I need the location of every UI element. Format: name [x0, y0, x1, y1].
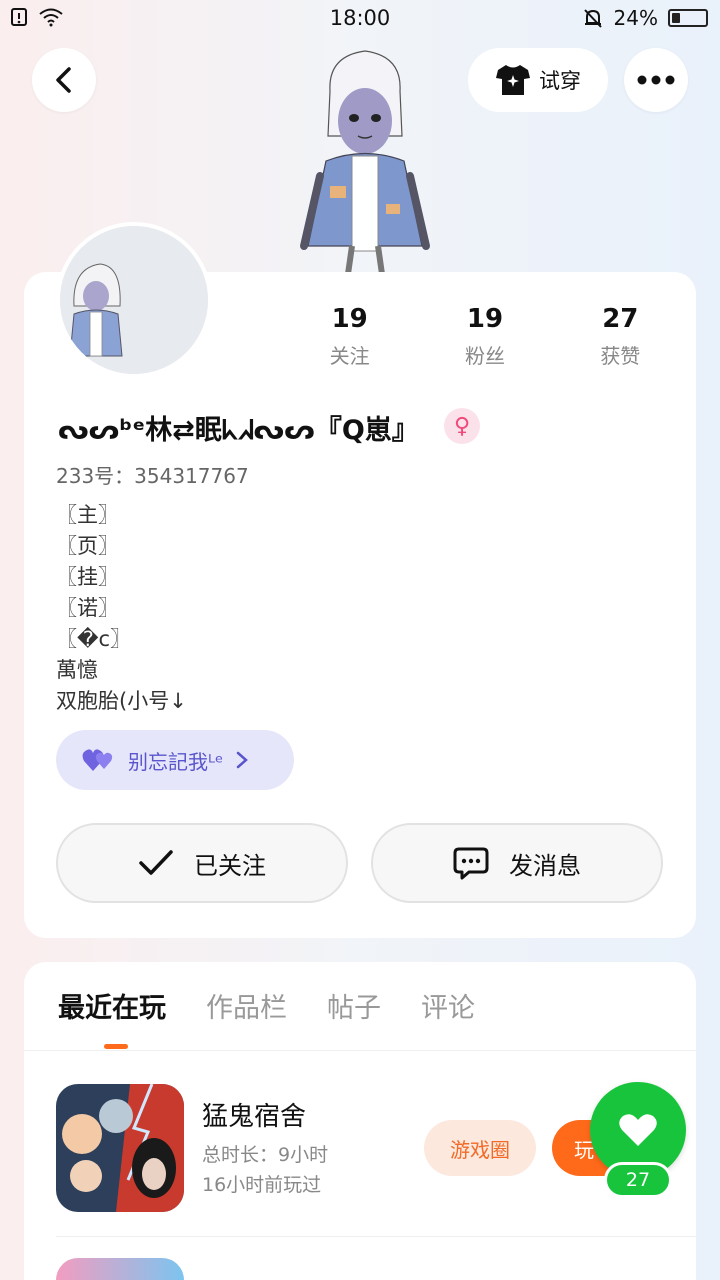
- stat-label: 关注: [329, 344, 370, 368]
- bio-line: 〖�c〗: [56, 627, 132, 651]
- follow-button[interactable]: 已关注: [56, 823, 348, 903]
- stat-label: 粉丝: [464, 344, 505, 368]
- chevron-right-icon: [237, 751, 249, 769]
- battery-icon: [668, 9, 708, 27]
- active-tab-indicator: [104, 1044, 128, 1049]
- nickname: ᔓᔕᵇᵉ林⇄眠ᖾᖽᔓᔕ『Q崽』: [58, 415, 419, 446]
- stat-label: 获赞: [600, 344, 641, 368]
- stat-value: 19: [466, 304, 504, 334]
- bio-line: 〖主〗: [56, 503, 119, 527]
- game-icon[interactable]: [56, 1084, 184, 1212]
- gender-female-icon: ♀: [444, 408, 480, 444]
- back-button[interactable]: [32, 48, 96, 112]
- back-arrow-icon: [56, 67, 71, 93]
- follow-label: 已关注: [194, 851, 266, 880]
- stat-following[interactable]: 19 关注: [282, 304, 417, 369]
- tab-bar: 最近在玩 作品栏 帖子 评论: [58, 986, 475, 1025]
- tab-works[interactable]: 作品栏: [206, 986, 287, 1025]
- profile-stats: 19 关注 19 粉丝 27 获赞: [282, 304, 688, 369]
- message-button[interactable]: 发消息: [371, 823, 663, 903]
- divider: [24, 1050, 696, 1051]
- bio-line: 〖页〗: [56, 534, 119, 558]
- status-bar: 18:00 24%: [0, 0, 720, 36]
- stat-followers[interactable]: 19 粉丝: [417, 304, 552, 369]
- tshirt-icon: [496, 65, 530, 95]
- tab-comments[interactable]: 评论: [421, 986, 475, 1025]
- game-meta: 总时长：9小时 16小时前玩过: [202, 1140, 328, 1200]
- check-icon: [139, 850, 173, 875]
- stat-likes[interactable]: 27 获赞: [553, 304, 688, 369]
- game-circle-button[interactable]: 游戏圈: [424, 1120, 536, 1176]
- battery-fill: [672, 13, 680, 23]
- stat-value: 19: [331, 304, 368, 334]
- bio-line: 双胞胎(小号↓: [56, 689, 187, 713]
- club-label: 别忘記我ᴸᵉ: [128, 749, 224, 774]
- game-title: 猛鬼宿舍: [202, 1102, 307, 1132]
- mute-bell-icon: [583, 9, 602, 28]
- game-icon[interactable]: [56, 1258, 184, 1280]
- game-icon-image: [56, 1084, 184, 1212]
- more-dots-icon: [637, 75, 675, 85]
- tab-posts[interactable]: 帖子: [327, 986, 381, 1025]
- game-last-played: 16小时前玩过: [202, 1174, 322, 1196]
- club-pill[interactable]: 别忘記我ᴸᵉ: [56, 730, 294, 790]
- try-on-label: 试穿: [539, 69, 581, 93]
- tab-recent-played[interactable]: 最近在玩: [58, 986, 166, 1025]
- divider: [56, 1236, 696, 1237]
- bio-line: 〖挂〗: [56, 565, 119, 589]
- bio-line: 萬憶: [56, 658, 98, 682]
- like-count: 27: [604, 1162, 672, 1198]
- bio: 〖主〗 〖页〗 〖挂〗 〖诺〗 〖�c〗 萬憶 双胞胎(小号↓: [56, 500, 187, 717]
- game-total-time: 总时长：9小时: [202, 1144, 329, 1166]
- avatar-image: [60, 226, 208, 374]
- chat-bubble-icon: [453, 847, 489, 880]
- battery-percent: 24%: [613, 6, 658, 30]
- avatar[interactable]: [56, 222, 212, 378]
- more-button[interactable]: [624, 48, 688, 112]
- stat-value: 27: [602, 304, 639, 334]
- user-id: 233号：354317767: [56, 464, 249, 488]
- try-on-button[interactable]: 试穿: [468, 48, 608, 112]
- heart-icon: [619, 1114, 657, 1146]
- bio-line: 〖诺〗: [56, 596, 119, 620]
- character-figure-image: [300, 50, 430, 275]
- status-icons-right: 24%: [582, 6, 708, 30]
- double-heart-icon: [82, 749, 113, 771]
- message-label: 发消息: [509, 851, 581, 880]
